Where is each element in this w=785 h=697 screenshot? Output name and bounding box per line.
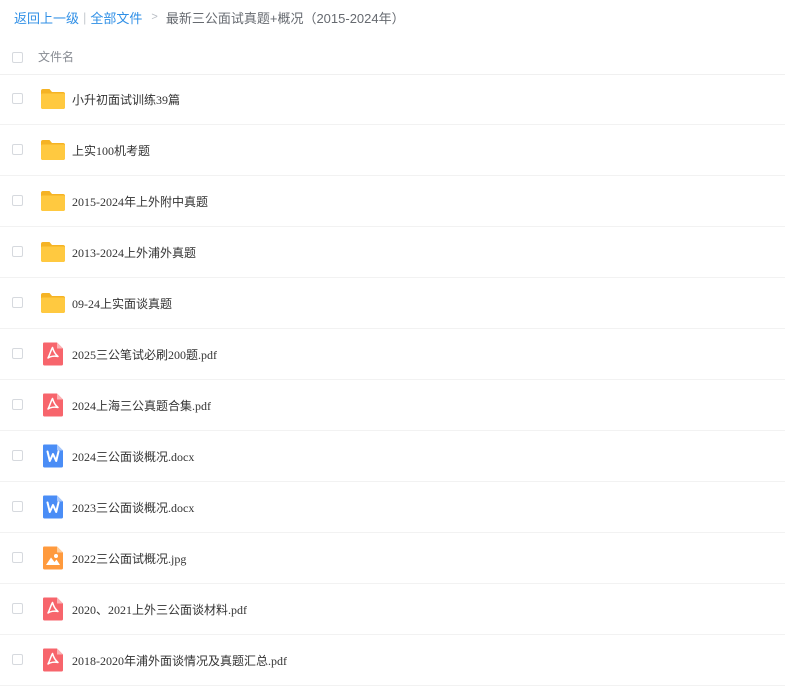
file-row[interactable]: 2015-2024年上外附中真题 [0, 176, 785, 227]
file-name[interactable]: 2023三公面谈概况.docx [72, 499, 194, 516]
word-icon[interactable] [40, 494, 66, 520]
folder-icon[interactable] [40, 188, 66, 214]
file-name[interactable]: 2024上海三公真题合集.pdf [72, 397, 211, 414]
word-icon[interactable] [40, 443, 66, 469]
all-files-link[interactable]: 全部文件 [90, 8, 142, 27]
file-name[interactable]: 2013-2024上外浦外真题 [72, 244, 196, 261]
file-name[interactable]: 2022三公面试概况.jpg [72, 550, 186, 567]
file-row-checkbox[interactable] [12, 399, 23, 410]
file-row-checkbox[interactable] [12, 552, 23, 563]
file-name[interactable]: 2024三公面谈概况.docx [72, 448, 194, 465]
file-row-checkbox[interactable] [12, 144, 23, 155]
file-row[interactable]: 2020、2021上外三公面谈材料.pdf [0, 584, 785, 635]
back-link[interactable]: 返回上一级 [14, 8, 79, 27]
file-row[interactable]: 2013-2024上外浦外真题 [0, 227, 785, 278]
file-row-checkbox[interactable] [12, 195, 23, 206]
file-name[interactable]: 2025三公笔试必刷200题.pdf [72, 346, 217, 363]
file-row[interactable]: 2022三公面试概况.jpg [0, 533, 785, 584]
breadcrumb-separator: | [83, 9, 87, 25]
file-name[interactable]: 2015-2024年上外附中真题 [72, 193, 208, 210]
file-row[interactable]: 2023三公面谈概况.docx [0, 482, 785, 533]
file-row-checkbox[interactable] [12, 246, 23, 257]
pdf-icon[interactable] [40, 647, 66, 673]
file-row[interactable]: 2024三公面谈概况.docx [0, 431, 785, 482]
select-all-checkbox[interactable] [12, 52, 23, 63]
file-row[interactable]: 2018-2020年浦外面谈情况及真题汇总.pdf [0, 635, 785, 686]
file-row-checkbox[interactable] [12, 297, 23, 308]
file-list-header: 文件名 [0, 38, 785, 75]
file-row-checkbox[interactable] [12, 348, 23, 359]
chevron-right-icon: > [151, 11, 158, 23]
file-name[interactable]: 上实100机考题 [72, 142, 150, 159]
breadcrumb: 返回上一级 | 全部文件 > 最新三公面试真题+概况（2015-2024年） [14, 7, 405, 27]
folder-icon[interactable] [40, 86, 66, 112]
file-row[interactable]: 2024上海三公真题合集.pdf [0, 380, 785, 431]
file-row-checkbox[interactable] [12, 450, 23, 461]
image-icon[interactable] [40, 545, 66, 571]
file-name[interactable]: 2018-2020年浦外面谈情况及真题汇总.pdf [72, 652, 287, 669]
file-name[interactable]: 2020、2021上外三公面谈材料.pdf [72, 601, 247, 618]
pdf-icon[interactable] [40, 392, 66, 418]
file-row-checkbox[interactable] [12, 93, 23, 104]
pdf-icon[interactable] [40, 341, 66, 367]
file-row-checkbox[interactable] [12, 501, 23, 512]
file-row[interactable]: 09-24上实面谈真题 [0, 278, 785, 329]
column-header-filename[interactable]: 文件名 [38, 48, 74, 65]
file-row[interactable]: 上实100机考题 [0, 125, 785, 176]
pdf-icon[interactable] [40, 596, 66, 622]
file-row-checkbox[interactable] [12, 654, 23, 665]
folder-icon[interactable] [40, 137, 66, 163]
file-row[interactable]: 2025三公笔试必刷200题.pdf [0, 329, 785, 380]
file-name[interactable]: 09-24上实面谈真题 [72, 295, 172, 312]
file-row-checkbox[interactable] [12, 603, 23, 614]
file-row[interactable]: 小升初面试训练39篇 [0, 74, 785, 125]
folder-icon[interactable] [40, 239, 66, 265]
current-folder-title: 最新三公面试真题+概况（2015-2024年） [165, 10, 405, 26]
file-name[interactable]: 小升初面试训练39篇 [72, 91, 180, 108]
file-list: 小升初面试训练39篇 上实100机考题 2015-2024年上外附中真题 2013-2… [0, 74, 785, 686]
folder-icon[interactable] [40, 290, 66, 316]
